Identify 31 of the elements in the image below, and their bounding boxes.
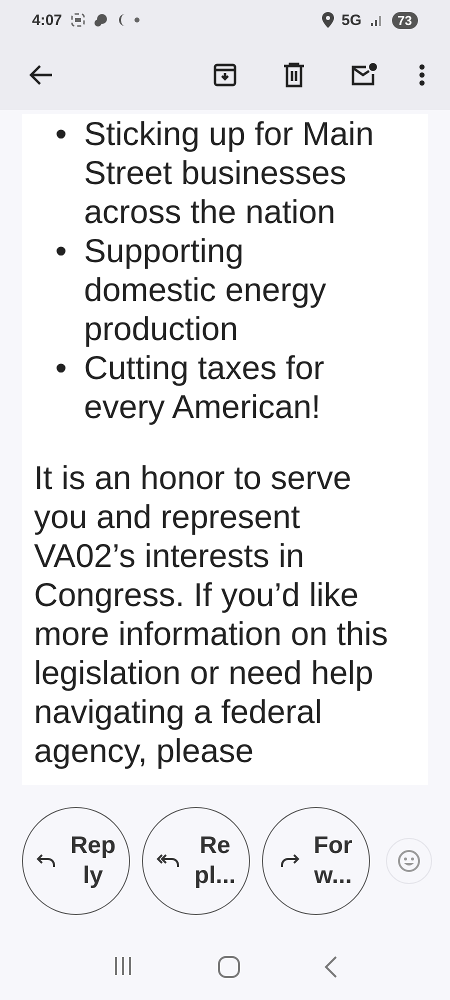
bullet-marker: • [54, 114, 68, 154]
bullet-text: Sticking up for Main Street businesses across the nation [84, 114, 375, 231]
message-paragraph: It is an honor to serve you and represent VA02’s interests in Congress. If you’d like more information on this legislation or need help navigating a federal agency, please [34, 458, 389, 770]
rounded-square-icon [216, 955, 241, 979]
bullet-marker: • [54, 348, 68, 388]
screenshot-icon [70, 12, 86, 28]
bullet-text: Cutting taxes for every American! [84, 348, 326, 426]
bullet-marker: • [54, 231, 68, 271]
dot-icon [134, 17, 140, 23]
forward-button[interactable]: For w... [262, 807, 370, 915]
signal-icon [370, 13, 384, 27]
forward-icon [280, 853, 300, 869]
envelope-dot-icon [350, 62, 378, 88]
bullet-text: Supporting domestic energy production [84, 231, 328, 348]
status-time: 4:07 [32, 12, 62, 28]
more-icon [418, 63, 426, 87]
trash-icon [282, 62, 306, 88]
chat-icon [94, 13, 108, 27]
moon-icon [116, 13, 126, 27]
reply-icon [36, 853, 56, 869]
reply-all-icon [156, 853, 180, 869]
chevron-left-icon [324, 955, 338, 979]
battery-level: 73 [392, 12, 418, 28]
archive-icon [212, 62, 238, 88]
smiley-icon [397, 849, 421, 873]
reply-all-button[interactable]: Re pl... [142, 807, 250, 915]
reply-button[interactable]: Rep ly [22, 807, 130, 915]
location-icon [322, 12, 334, 28]
network-label: 5G [342, 12, 362, 28]
emoji-reaction-button[interactable] [386, 838, 432, 884]
arrow-left-icon [28, 63, 54, 87]
